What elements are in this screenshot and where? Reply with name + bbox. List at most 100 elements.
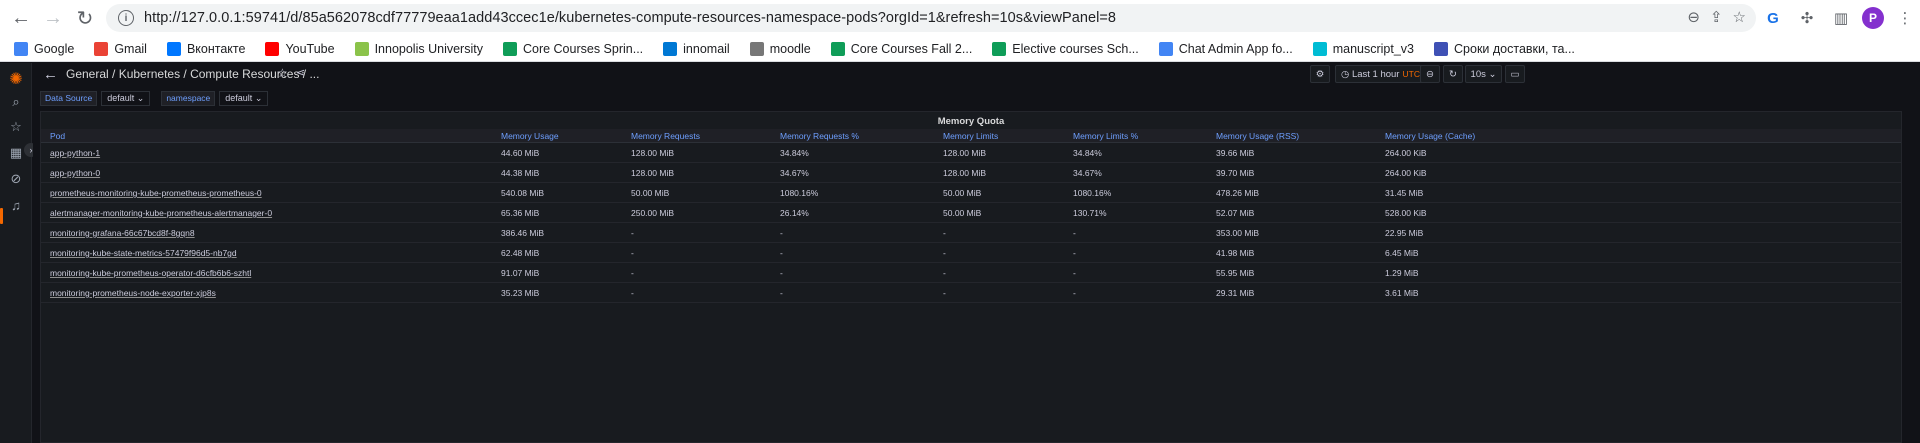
back-arrow-icon[interactable]: ← [7, 4, 35, 32]
url-text[interactable]: http://127.0.0.1:59741/d/85a562078cdf777… [144, 10, 1116, 26]
dashboard-settings-button[interactable]: ⚙ [1310, 65, 1330, 83]
bookmark-item[interactable]: Вконтакте [166, 42, 246, 56]
table-cell: 34.84% [780, 148, 809, 158]
pod-link[interactable]: monitoring-kube-prometheus-operator-d6cf… [50, 268, 251, 278]
pod-link[interactable]: app-python-1 [50, 148, 100, 158]
namespace-select[interactable]: default ⌄ [219, 90, 269, 106]
monitor-icon: ▭ [1510, 68, 1520, 80]
bookmark-item[interactable]: manuscript_v3 [1312, 42, 1415, 56]
bookmark-item[interactable]: YouTube [265, 42, 335, 56]
alerting-bell-icon[interactable]: ♫ [8, 197, 24, 213]
table-cell: 264.00 KiB [1385, 168, 1427, 178]
profile-avatar[interactable]: P [1862, 7, 1884, 29]
bookmark-item[interactable]: Core Courses Fall 2... [830, 42, 972, 56]
pod-link[interactable]: monitoring-kube-state-metrics-57479f96d5… [50, 248, 237, 258]
table-cell: 44.38 MiB [501, 168, 540, 178]
bookmark-item[interactable]: innomail [663, 42, 730, 56]
table-cell: - [631, 228, 634, 238]
memory-quota-panel: Memory Quota Pod Memory Usage Memory Reque… [40, 111, 1902, 443]
bookmark-star-icon[interactable]: ☆ [1733, 8, 1746, 26]
table-cell: 130.71% [1073, 208, 1107, 218]
bookmark-label: manuscript_v3 [1332, 42, 1415, 56]
share-icon[interactable]: ⋖ [296, 66, 305, 79]
bookmark-item[interactable]: Chat Admin App fo... [1158, 42, 1293, 56]
bookmark-item[interactable]: Gmail [94, 42, 147, 56]
search-icon[interactable]: ⌕ [8, 94, 24, 110]
table-cell: 1.29 MiB [1385, 268, 1419, 278]
column-header[interactable]: Memory Usage [501, 131, 559, 141]
table-header-row: Pod Memory Usage Memory Requests Memory Req… [41, 129, 1901, 143]
table-cell: 35.23 MiB [501, 288, 540, 298]
bookmark-item[interactable]: Innopolis University [354, 42, 483, 56]
table-cell: - [631, 268, 634, 278]
moodle-icon [749, 42, 764, 56]
pod-link[interactable]: alertmanager-monitoring-kube-prometheus-… [50, 208, 272, 218]
back-icon[interactable]: ← [43, 66, 58, 83]
panel-title[interactable]: Memory Quota [41, 116, 1901, 127]
site-info-icon[interactable]: i [118, 10, 134, 26]
bookmark-label: innomail [683, 42, 730, 56]
starred-icon[interactable]: ☆ [8, 119, 24, 135]
table-cell: 128.00 MiB [943, 168, 986, 178]
vk-icon [166, 42, 181, 56]
bookmark-item[interactable]: moodle [749, 42, 811, 56]
refresh-interval-label: 10s [1470, 68, 1486, 80]
share-page-icon[interactable]: ⇪ [1710, 8, 1723, 26]
extensions-puzzle-icon[interactable]: ✣ [1794, 5, 1820, 31]
refresh-button[interactable]: ↻ [1443, 65, 1463, 83]
bookmark-item[interactable]: Google [14, 42, 74, 56]
table-cell: 62.48 MiB [501, 248, 540, 258]
zoom-out-button[interactable]: ⊖ [1420, 65, 1440, 83]
address-bar[interactable]: i http://127.0.0.1:59741/d/85a562078cdf7… [106, 4, 1756, 32]
forward-arrow-icon[interactable]: → [39, 4, 67, 32]
side-panel-icon[interactable]: ▥ [1828, 5, 1854, 31]
zoom-icon[interactable]: ⊖ [1687, 8, 1700, 26]
bookmark-label: Google [34, 42, 75, 56]
datasource-value: default [107, 93, 135, 103]
table-cell: - [780, 248, 783, 258]
table-cell: - [780, 288, 783, 298]
namespace-value: default [225, 93, 253, 103]
bookmark-item[interactable]: Сроки доставки, та... [1434, 42, 1575, 56]
bookmark-item[interactable]: Core Courses Sprin... [502, 42, 643, 56]
favorite-star-icon[interactable]: ☆ [277, 66, 288, 80]
browser-menu-icon[interactable]: ⋮ [1892, 5, 1918, 31]
delivery-icon [1434, 42, 1449, 56]
bookmarks-bar: Google Gmail Вконтакте YouTube Innopolis Uni… [0, 37, 1920, 62]
table-cell: 128.00 MiB [943, 148, 986, 158]
column-header[interactable]: Memory Limits [943, 131, 998, 141]
youtube-icon [265, 42, 280, 56]
column-header[interactable]: Memory Requests [631, 131, 700, 141]
column-header[interactable]: Memory Limits % [1073, 131, 1138, 141]
pod-link[interactable]: monitoring-prometheus-node-exporter-xjp8… [50, 288, 216, 298]
table-cell: 39.70 MiB [1216, 168, 1255, 178]
bookmark-item[interactable]: Elective courses Sch... [992, 42, 1139, 56]
pod-link[interactable]: monitoring-grafana-66c67bcd8f-8gqn8 [50, 228, 195, 238]
column-header[interactable]: Memory Usage (RSS) [1216, 131, 1299, 141]
datasource-select[interactable]: default ⌄ [101, 90, 151, 106]
column-header[interactable]: Memory Requests % [780, 131, 859, 141]
table-cell: 3.61 MiB [1385, 288, 1419, 298]
column-header[interactable]: Pod [50, 131, 65, 141]
table-cell: 29.31 MiB [1216, 288, 1255, 298]
tv-mode-button[interactable]: ▭ [1505, 65, 1525, 83]
table-cell: 1080.16% [1073, 188, 1112, 198]
column-header[interactable]: Memory Usage (Cache) [1385, 131, 1475, 141]
table-cell: 52.07 MiB [1216, 208, 1255, 218]
table-cell: 128.00 MiB [631, 168, 674, 178]
pod-link[interactable]: prometheus-monitoring-kube-prometheus-pr… [50, 188, 262, 198]
grafana-logo-icon[interactable]: ✺ [8, 71, 24, 88]
active-nav-indicator [0, 208, 3, 224]
pod-link[interactable]: app-python-0 [50, 168, 100, 178]
table-row: monitoring-kube-prometheus-operator-d6cf… [41, 263, 1901, 283]
translate-extension-icon[interactable]: G [1760, 5, 1786, 31]
dashboards-icon[interactable]: ▦ [8, 145, 24, 161]
refresh-interval-picker[interactable]: 10s ⌄ [1465, 65, 1502, 83]
table-cell: - [1073, 268, 1076, 278]
bookmark-label: Вконтакте [186, 42, 246, 56]
zoom-out-icon: ⊖ [1426, 68, 1434, 80]
reload-icon[interactable]: ↻ [71, 4, 99, 32]
table-cell: 50.00 MiB [631, 188, 670, 198]
table-cell: - [943, 288, 946, 298]
explore-icon[interactable]: ⊘ [8, 171, 24, 187]
